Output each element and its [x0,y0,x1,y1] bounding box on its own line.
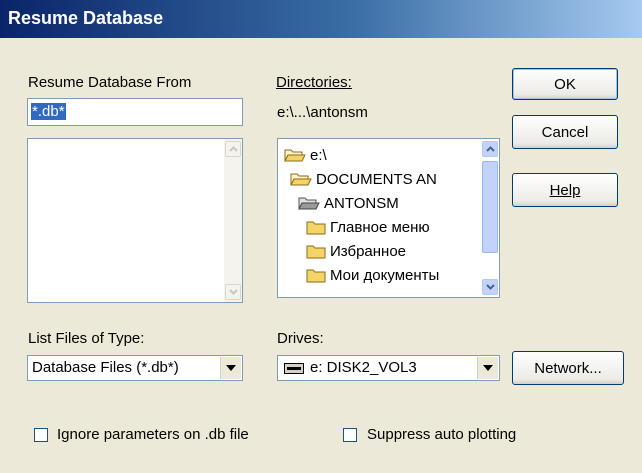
scroll-thumb[interactable] [482,161,498,253]
ignore-params-label: Ignore parameters on .db file [57,426,249,443]
help-button-label: Help [549,181,581,199]
scroll-down-button[interactable] [225,284,241,300]
chevron-down-icon [485,284,495,290]
scroll-up-button[interactable] [482,141,498,157]
folder-open-icon [290,173,312,186]
file-type-dropdown-button[interactable] [220,357,241,379]
suppress-plot-label: Suppress auto plotting [367,426,517,443]
directories-label: Directories: [276,74,352,91]
directory-item[interactable]: Мои документы [306,263,439,287]
help-button[interactable]: Help [512,173,618,207]
directory-item[interactable]: Главное меню [306,215,430,239]
directory-item[interactable]: e:\ [284,143,327,167]
folder-icon [306,245,326,259]
suppress-plot-checkbox[interactable] [343,428,357,442]
chevron-up-icon [485,146,495,152]
file-type-select[interactable]: Database Files (*.db*) [27,355,243,381]
chevron-up-icon [228,146,238,152]
file-type-value: Database Files (*.db*) [32,359,179,376]
chevron-down-icon [226,365,236,371]
directories-scrollbar[interactable] [481,139,499,297]
directory-item[interactable]: Избранное [306,239,406,263]
drives-value: e: DISK2_VOL3 [310,359,417,376]
folder-icon [306,221,326,235]
folder-open-icon [298,197,320,210]
chevron-down-icon [228,289,238,295]
resume-from-input[interactable]: *.db* [27,98,243,126]
chevron-down-icon [483,365,493,371]
ignore-params-checkbox[interactable] [34,428,48,442]
folder-open-icon [284,149,306,162]
drives-select[interactable]: e: DISK2_VOL3 [277,355,500,381]
directories-path: e:\...\antonsm [277,104,368,121]
cancel-button[interactable]: Cancel [512,115,618,149]
drives-label: Drives: [277,330,324,347]
scroll-up-button[interactable] [225,141,241,157]
folder-icon [306,269,326,283]
ok-button[interactable]: OK [512,68,618,100]
directories-label-text: Directories: [276,74,352,91]
directory-item[interactable]: ANTONSM [298,191,399,215]
file-type-label: List Files of Type: [28,330,145,347]
drive-icon [284,363,304,374]
resume-from-value: *.db* [31,103,66,120]
directories-list[interactable]: e:\ DOCUMENTS AN ANTONSM Главное меню Из… [277,138,500,298]
drives-dropdown-button[interactable] [477,357,498,379]
title-bar: Resume Database [0,0,642,38]
resume-from-label: Resume Database From [28,74,192,91]
scroll-down-button[interactable] [482,279,498,295]
resume-database-dialog: Resume Database Resume Database From *.d… [0,0,642,473]
directory-item[interactable]: DOCUMENTS AN [290,167,437,191]
file-list-scrollbar[interactable] [224,139,242,302]
file-list[interactable] [27,138,243,303]
window-title: Resume Database [8,8,164,28]
network-button[interactable]: Network... [512,351,624,385]
